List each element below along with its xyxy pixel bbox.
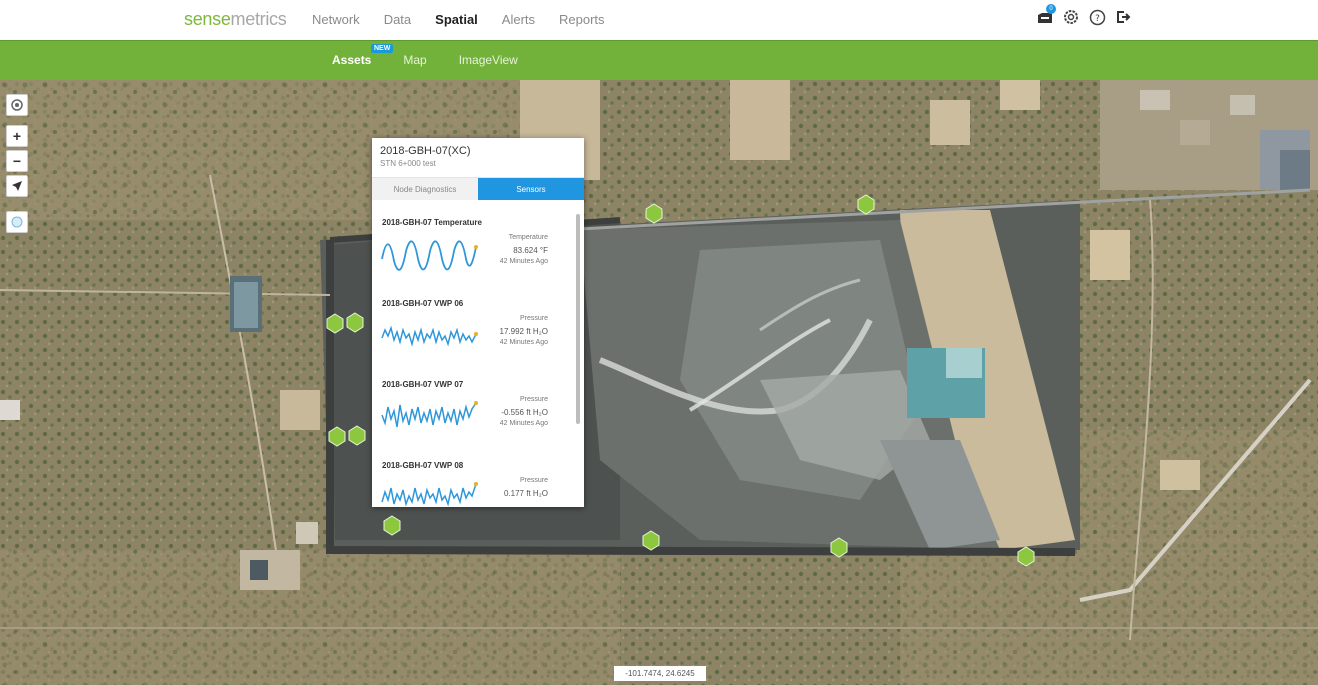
header-icons: 0 ? (1036, 4, 1132, 26)
layers-button[interactable] (6, 94, 28, 116)
sensor-list[interactable]: 2018-GBH-07 Temperature Temperature 83.6… (372, 200, 576, 507)
popup-scrollbar[interactable] (576, 214, 580, 424)
sensor-item[interactable]: 2018-GBH-07 VWP 07 Pressure -0.556 ft H₂… (372, 380, 576, 460)
subnav-imageview[interactable]: ImageView (459, 53, 518, 67)
nav-spatial[interactable]: Spatial (435, 12, 478, 27)
satellite-imagery (0, 80, 1318, 685)
new-badge: NEW (371, 44, 394, 53)
sensor-time: 42 Minutes Ago (499, 339, 548, 346)
sparkline (381, 402, 477, 428)
sensor-value: 17.992 ft H₂O (499, 327, 548, 336)
sparkline (381, 240, 477, 271)
svg-text:?: ? (1095, 14, 1100, 24)
satellite-map[interactable]: + − (0, 80, 1318, 685)
nav-alerts[interactable]: Alerts (502, 12, 535, 27)
sensor-name: 2018-GBH-07 VWP 08 (382, 461, 464, 470)
sensor-value: -0.556 ft H₂O (501, 408, 548, 417)
popup-header: 2018-GBH-07(XC) STN 6+000 test (372, 138, 584, 176)
nav-network[interactable]: Network (312, 12, 360, 27)
zoom-in-button[interactable]: + (6, 125, 28, 147)
gear-icon[interactable] (1062, 8, 1080, 26)
popup-title: 2018-GBH-07(XC) (380, 145, 471, 157)
subnav-assets[interactable]: Assets (332, 53, 371, 67)
sensor-value: 83.624 °F (513, 246, 548, 255)
node-popup[interactable]: 2018-GBH-07(XC) STN 6+000 test Node Diag… (372, 138, 584, 507)
logout-icon[interactable] (1114, 8, 1132, 26)
sensor-item[interactable]: 2018-GBH-07 Temperature Temperature 83.6… (372, 218, 576, 298)
sensor-type: Pressure (519, 477, 548, 484)
sensor-type: Temperature (508, 234, 548, 241)
sparkline-chart (381, 482, 478, 507)
sensor-name: 2018-GBH-07 VWP 07 (382, 380, 464, 389)
inbox-icon[interactable]: 0 (1036, 4, 1056, 26)
sensor-name: 2018-GBH-07 VWP 06 (382, 299, 464, 308)
sensor-type: Pressure (519, 396, 548, 403)
popup-subtitle: STN 6+000 test (380, 159, 436, 168)
sensor-name: 2018-GBH-07 Temperature (382, 218, 482, 227)
top-header: sensemetrics Network Data Spatial Alerts… (0, 0, 1318, 40)
globe-icon (11, 216, 23, 228)
nav-data[interactable]: Data (384, 12, 411, 27)
sensor-type: Pressure (519, 315, 548, 322)
layers-icon (11, 99, 23, 111)
zoom-out-button[interactable]: − (6, 150, 28, 172)
popup-tabs: Node Diagnostics Sensors (372, 177, 584, 200)
sparkline-chart (381, 240, 478, 271)
sparkline-chart (381, 401, 478, 428)
sparkline-chart (381, 325, 478, 347)
logo-part1: sense (184, 9, 231, 29)
notification-count: 0 (1046, 4, 1056, 14)
globe-button[interactable] (6, 211, 28, 233)
tab-node-diagnostics[interactable]: Node Diagnostics (372, 178, 478, 200)
subnav-map[interactable]: Map (403, 53, 426, 67)
tab-sensors[interactable]: Sensors (478, 178, 584, 200)
logo-part2: metrics (230, 9, 287, 29)
sparkline (381, 483, 477, 507)
sensor-value: 0.177 ft H₂O (503, 489, 548, 498)
coordinates-readout: -101.7474, 24.6245 (614, 666, 706, 681)
main-nav: Network Data Spatial Alerts Reports (312, 12, 629, 27)
locate-icon (12, 181, 22, 191)
sensemetrics-logo[interactable]: sensemetrics (184, 9, 287, 30)
sensor-time: 42 Minutes Ago (499, 420, 548, 427)
sub-nav: Assets Map ImageView (332, 53, 550, 67)
help-icon[interactable]: ? (1088, 8, 1106, 26)
nav-reports[interactable]: Reports (559, 12, 605, 27)
sub-nav-bar: Assets Map ImageView (0, 40, 1318, 80)
sensor-item[interactable]: 2018-GBH-07 VWP 08 Pressure 0.177 ft H₂O (372, 461, 576, 507)
sensor-time: 42 Minutes Ago (499, 258, 548, 265)
sensor-item[interactable]: 2018-GBH-07 VWP 06 Pressure 17.992 ft H₂… (372, 299, 576, 379)
sparkline (381, 325, 477, 347)
locate-button[interactable] (6, 175, 28, 197)
